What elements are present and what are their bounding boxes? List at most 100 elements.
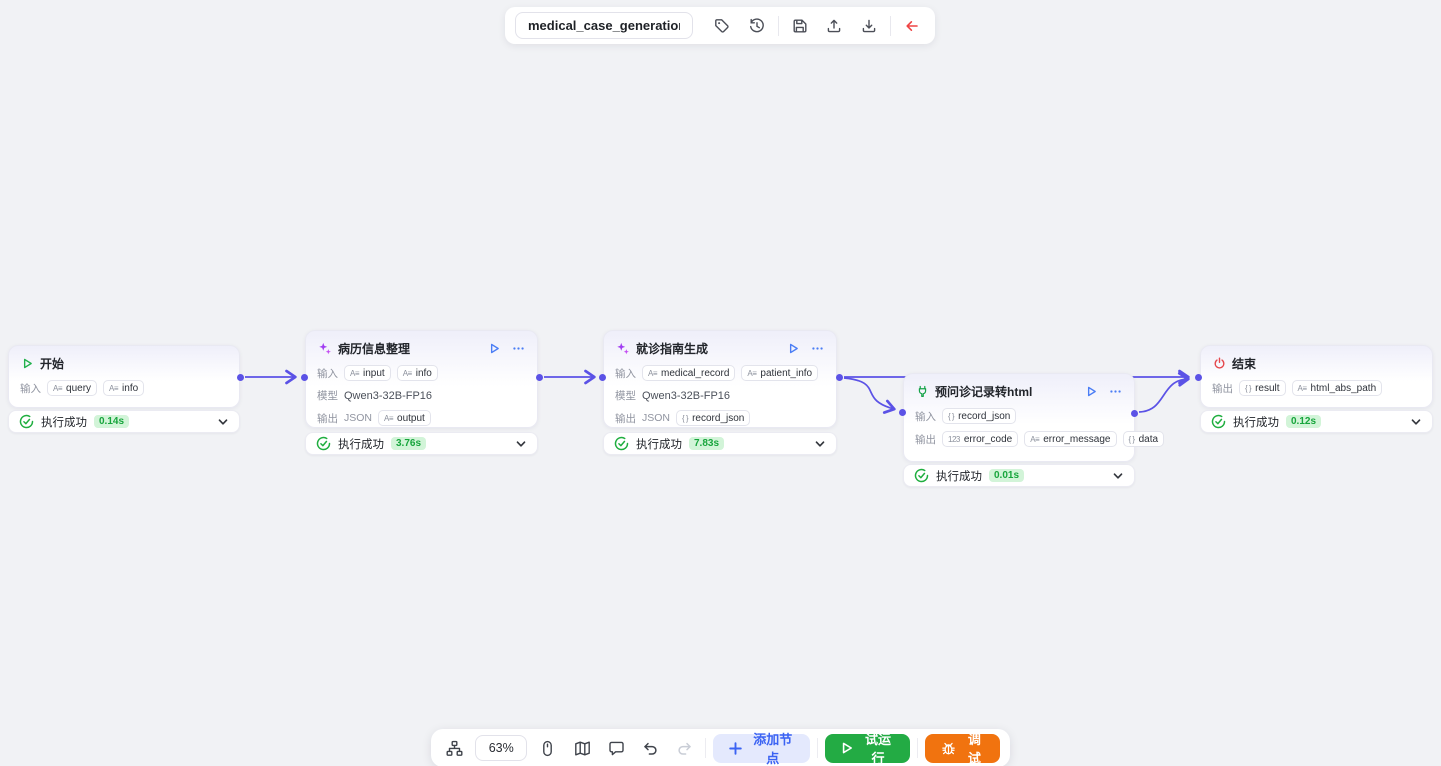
debug-button[interactable]: 调试 — [924, 732, 1001, 766]
workflow-name-input[interactable] — [515, 12, 693, 39]
toolbar-divider — [916, 738, 918, 758]
type-string-icon: A≡ — [1297, 383, 1308, 393]
variable-name: data — [1138, 433, 1159, 445]
variable-name: record_json — [958, 410, 1011, 422]
node-title: 开始 — [40, 357, 65, 371]
bug-icon — [940, 740, 957, 757]
port-dot[interactable] — [236, 373, 244, 381]
undo-icon[interactable] — [637, 734, 664, 762]
map-icon[interactable] — [568, 734, 595, 762]
node-status-organize[interactable]: 执行成功 3.76s — [305, 432, 538, 455]
redo-icon[interactable] — [671, 734, 698, 762]
history-icon[interactable] — [743, 12, 769, 40]
node-row: 输入 A≡ query A≡ info — [9, 380, 239, 396]
success-check-icon — [914, 468, 929, 483]
node-guide[interactable]: 就诊指南生成 输入 A≡ medical_record A≡ patient_info 模型… — [603, 330, 837, 428]
tag-icon[interactable] — [709, 12, 735, 40]
add-node-button[interactable]: 添加节点 — [713, 732, 811, 766]
test-run-button[interactable]: 试运行 — [825, 732, 910, 766]
sparkles-icon — [616, 342, 630, 356]
edge-guide-to-tohtml[interactable] — [843, 377, 896, 414]
run-node-icon[interactable] — [488, 342, 501, 355]
zoom-level-input[interactable] — [475, 735, 528, 761]
node-title: 病历信息整理 — [338, 342, 411, 356]
variable-tag[interactable]: 123 error_code — [942, 431, 1019, 447]
chevron-down-icon[interactable] — [515, 438, 527, 450]
more-icon[interactable] — [1109, 385, 1122, 398]
power-icon — [1213, 357, 1226, 370]
node-status-guide[interactable]: 执行成功 7.83s — [603, 432, 837, 455]
row-label: 输入 — [317, 367, 338, 380]
node-row: 输入 A≡ medical_record A≡ patient_info — [604, 365, 836, 381]
variable-tag[interactable]: A≡ error_message — [1024, 431, 1117, 447]
variable-tag[interactable]: A≡ patient_info — [741, 365, 819, 381]
variable-tag[interactable]: A≡ output — [378, 410, 431, 426]
success-check-icon — [614, 436, 629, 451]
variable-name: patient_info — [760, 367, 813, 379]
variable-tag[interactable]: A≡ input — [344, 365, 391, 381]
download-icon[interactable] — [855, 12, 881, 40]
type-string-icon: A≡ — [1030, 434, 1040, 444]
variable-tag[interactable]: A≡ html_abs_path — [1291, 380, 1383, 396]
workflow-canvas[interactable]: 开始 输入 A≡ query A≡ info 执行成功 0.14s 病历信息整理 输入 A≡ inpu… — [0, 0, 1441, 766]
more-icon[interactable] — [512, 342, 525, 355]
variable-tag[interactable]: { } data — [1122, 431, 1165, 447]
duration-badge: 0.14s — [94, 415, 130, 428]
node-status-end[interactable]: 执行成功 0.12s — [1200, 410, 1433, 433]
node-start[interactable]: 开始 输入 A≡ query A≡ info — [8, 345, 240, 408]
node-status-tohtml[interactable]: 执行成功 0.01s — [903, 464, 1135, 487]
hierarchy-icon[interactable] — [441, 734, 468, 762]
comment-icon[interactable] — [603, 734, 630, 762]
port-dot[interactable] — [898, 408, 906, 416]
variable-tag[interactable]: { } record_json — [676, 410, 751, 426]
node-organize[interactable]: 病历信息整理 输入 A≡ input A≡ info 模型 Qwen3-32B-FP16 输出 J… — [305, 330, 538, 428]
node-status-start[interactable]: 执行成功 0.14s — [8, 410, 240, 433]
variable-name: error_code — [963, 433, 1013, 445]
node-tohtml[interactable]: 预问诊记录转html 输入{ } record_json 输出 123 error_cod… — [903, 373, 1165, 462]
back-icon[interactable] — [899, 12, 925, 40]
status-text: 执行成功 — [41, 416, 87, 429]
status-text: 执行成功 — [936, 470, 982, 483]
node-row: 输出 { } result A≡ html_abs_path — [1201, 380, 1432, 396]
node-row: 输入 A≡ input A≡ info — [306, 365, 537, 381]
type-string-icon: A≡ — [109, 383, 119, 393]
mouse-icon[interactable] — [534, 734, 561, 762]
port-dot[interactable] — [598, 373, 606, 381]
duration-badge: 3.76s — [391, 437, 427, 450]
success-check-icon — [1211, 414, 1226, 429]
variable-tag[interactable]: { } result — [1239, 380, 1286, 396]
variable-tag[interactable]: A≡ info — [103, 380, 145, 396]
port-dot[interactable] — [535, 373, 543, 381]
save-icon[interactable] — [787, 12, 813, 40]
type-object-icon: { } — [1245, 383, 1252, 393]
chevron-down-icon[interactable] — [1410, 416, 1422, 428]
run-node-icon[interactable] — [1085, 385, 1098, 398]
port-dot[interactable] — [1130, 409, 1138, 417]
variable-tag[interactable]: A≡ medical_record — [642, 365, 736, 381]
row-label: 输出 — [615, 412, 636, 425]
node-header: 就诊指南生成 — [604, 331, 836, 365]
port-dot[interactable] — [835, 373, 843, 381]
chevron-down-icon[interactable] — [217, 416, 229, 428]
status-text: 执行成功 — [1233, 416, 1279, 429]
more-icon[interactable] — [811, 342, 824, 355]
chevron-down-icon[interactable] — [814, 438, 826, 450]
sparkles-icon — [318, 342, 332, 356]
variable-tag[interactable]: A≡ query — [47, 380, 98, 396]
variable-tag[interactable]: { } record_json — [942, 408, 1017, 424]
type-object-icon: { } — [1128, 434, 1136, 444]
port-dot[interactable] — [1194, 373, 1202, 381]
row-label: 输出 — [1212, 382, 1233, 395]
variable-name: info — [415, 367, 432, 379]
edge-tohtml-to-end[interactable] — [1138, 372, 1190, 413]
run-node-icon[interactable] — [787, 342, 800, 355]
port-dot[interactable] — [300, 373, 308, 381]
row-label: 模型 — [317, 390, 338, 402]
node-end[interactable]: 结束 输出 { } result A≡ html_abs_path — [1200, 345, 1433, 408]
status-text: 执行成功 — [338, 438, 384, 451]
plug-icon — [916, 385, 929, 398]
row-pretext: JSON — [642, 412, 671, 424]
chevron-down-icon[interactable] — [1112, 470, 1124, 482]
variable-tag[interactable]: A≡ info — [396, 365, 438, 381]
upload-icon[interactable] — [821, 12, 847, 40]
